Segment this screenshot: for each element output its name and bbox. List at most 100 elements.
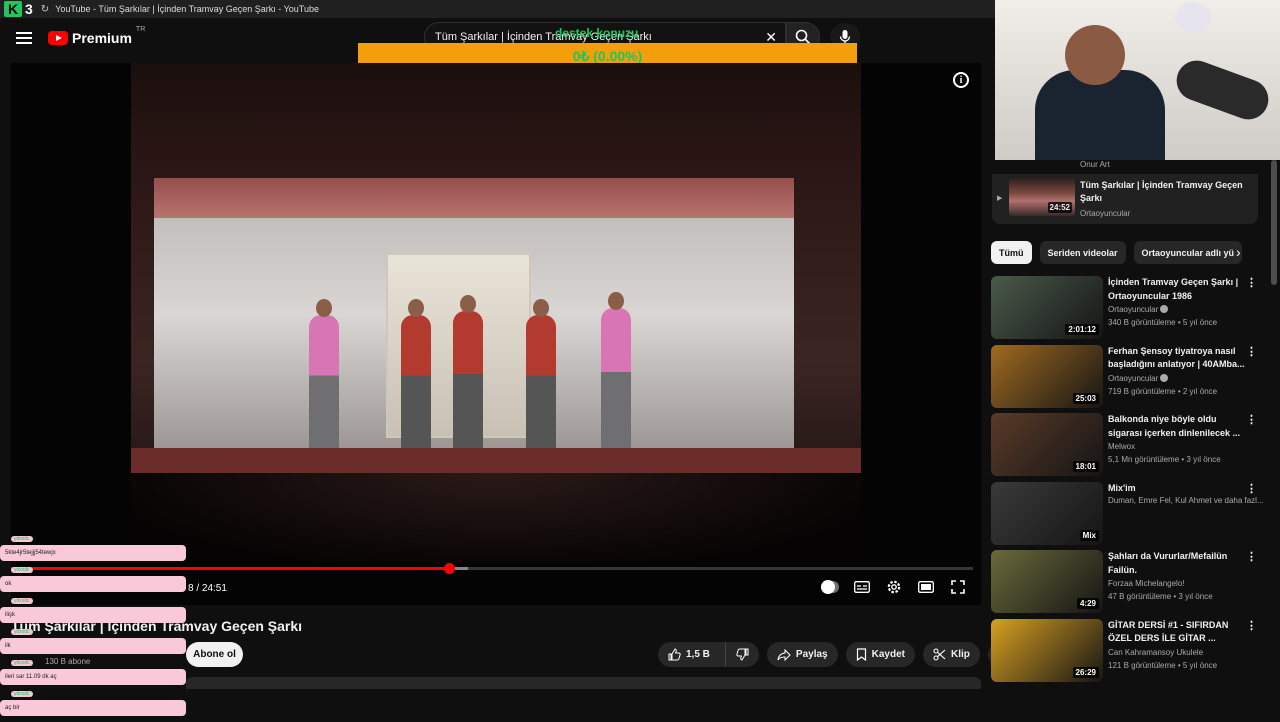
chevron-right-icon[interactable]: › [1236, 244, 1241, 260]
video-player[interactable]: i 8 / 24:51 [11, 63, 981, 605]
time-display: 8 / 24:51 [188, 583, 227, 594]
theater-mode-icon[interactable] [917, 578, 935, 596]
playlist-item-title[interactable]: Tüm Şarkılar | İçinden Tramvay Geçen Şar… [1080, 179, 1250, 205]
chip-channel[interactable]: Ortaoyuncular adlı yü [1133, 241, 1243, 264]
playlist-item-channel[interactable]: Ortaoyuncular [1080, 209, 1130, 218]
more-vert-icon[interactable]: ⋮ [1246, 276, 1257, 289]
reload-icon[interactable]: ↻ [41, 4, 49, 15]
playlist-header: Onur Art [1080, 160, 1110, 169]
recommendation-channel[interactable]: Ortaoyuncular [1108, 305, 1169, 314]
recommendation-duration: 4:29 [1076, 598, 1099, 609]
recommendation-title[interactable]: İçinden Tramvay Geçen Şarkı | Ortaoyuncu… [1108, 276, 1250, 303]
playlist-item-thumbnail[interactable]: 24:52 [1009, 178, 1075, 216]
more-vert-icon[interactable]: ⋮ [1246, 482, 1257, 495]
recommendation-thumbnail[interactable]: Mix [991, 481, 1103, 545]
recommendation-title[interactable]: Balkonda niye böyle oldu sigarası içerke… [1108, 413, 1250, 440]
recommendations-list: 2:01:12 İçinden Tramvay Geçen Şarkı | Ort… [991, 276, 1267, 687]
recommendation-channel[interactable]: Duman, Emre Fel, Kul Ahmet ve daha fazl.… [1108, 496, 1264, 505]
recommendation-title[interactable]: Şahları da Vururlar/Mefailün Failün. [1108, 550, 1250, 577]
verified-check-icon [1160, 373, 1169, 382]
chat-username: ydxxdc [11, 567, 33, 573]
playlist-item[interactable]: ▶ 24:52 Tüm Şarkılar | İçinden Tramvay G… [992, 174, 1258, 224]
sidebar-scrollbar[interactable] [1271, 160, 1277, 685]
chat-username: ydxxdc [11, 691, 33, 697]
verified-check-icon [1160, 305, 1169, 313]
settings-gear-icon[interactable] [885, 578, 903, 596]
description-box[interactable] [186, 677, 981, 689]
recommendation-thumbnail[interactable]: 4:29 [991, 550, 1103, 613]
chat-message: ydxxdc 5kte4jr5tejjj54tewjx [0, 536, 190, 567]
more-vert-icon[interactable]: ⋮ [1246, 550, 1257, 563]
recommendation-item[interactable]: 26:29 GİTAR DERSİ #1 - SIFIRDAN ÖZEL DERS… [991, 618, 1267, 688]
k3-logo-number: 3 [25, 1, 33, 17]
more-vert-icon[interactable]: ⋮ [1246, 619, 1257, 632]
subtitles-icon[interactable] [853, 578, 871, 596]
clip-label: Klip [950, 649, 970, 660]
autoplay-toggle[interactable] [821, 578, 839, 596]
recommendation-title[interactable]: Mix'im [1108, 482, 1250, 496]
youtube-premium-logo[interactable]: Premium TR [48, 26, 145, 46]
more-vert-icon[interactable]: ⋮ [1246, 345, 1257, 358]
dislike-button[interactable] [724, 642, 759, 667]
recommendation-channel-name: Can Kahramansoy Ukulele [1108, 647, 1204, 657]
chat-text: ilk [0, 638, 186, 654]
chat-text: 5kte4jr5tejjj54tewjx [0, 545, 186, 561]
share-label: Paylaş [795, 649, 828, 660]
chat-text: ok [0, 576, 186, 592]
recommendation-item[interactable]: Mix Mix'im Duman, Emre Fel, Kul Ahmet ve d… [991, 481, 1267, 551]
recommendation-item[interactable]: 25:03 Ferhan Şensoy tiyatroya nasıl başla… [991, 344, 1267, 414]
chip-all[interactable]: Tümü [991, 241, 1032, 264]
like-dislike-group: 1,5 B [658, 642, 759, 667]
recommendation-title[interactable]: Ferhan Şensoy tiyatroya nasıl başladığın… [1108, 345, 1250, 372]
recommendation-meta: 340 B görüntüleme • 5 yıl önce [1108, 318, 1218, 327]
recommendation-thumbnail[interactable]: 26:29 [991, 618, 1103, 682]
share-icon [777, 648, 791, 661]
player-controls [821, 578, 967, 596]
window-titlebar: K 3 ↻ YouTube - Tüm Şarkılar | İçinden T… [0, 0, 995, 18]
recommendation-channel-name: Melwox [1108, 442, 1136, 451]
webcam-overlay [995, 0, 1280, 160]
subscribe-button[interactable]: Abone ol [186, 642, 243, 667]
recommendation-channel[interactable]: Can Kahramansoy Ukulele [1108, 648, 1203, 657]
like-button[interactable]: 1,5 B [658, 642, 720, 667]
info-icon[interactable]: i [953, 72, 969, 88]
scrubber-handle[interactable] [443, 563, 455, 574]
recommendation-duration: Mix [1079, 529, 1099, 541]
recommendation-channel[interactable]: Forzaa Michelangelo! [1108, 579, 1184, 588]
recommendation-meta: 121 B görüntüleme • 5 yıl önce [1108, 660, 1218, 670]
recommendation-channel[interactable]: Ortaoyuncular [1108, 373, 1169, 383]
stream-chat-overlay: ydxxdc 5kte4jr5tejjj54tewjx ydxxdc ok ydxxdc… [0, 536, 190, 722]
video-actions: 1,5 B Paylaş Kaydet Klip ⋯ [658, 642, 1013, 667]
recommendation-meta: 5,1 Mn görüntüleme • 3 yıl önce [1108, 455, 1221, 464]
youtube-play-icon [48, 31, 68, 45]
recommendation-item[interactable]: 4:29 Şahları da Vururlar/Mefailün Failün.… [991, 550, 1267, 619]
more-vert-icon[interactable]: ⋮ [1246, 413, 1257, 426]
playlist-item-duration: 24:52 [1047, 202, 1072, 213]
recommendation-thumbnail[interactable]: 25:03 [991, 344, 1103, 408]
save-button[interactable]: Kaydet [845, 642, 915, 667]
recommendation-meta: 719 B görüntüleme • 2 yıl önce [1108, 386, 1218, 396]
recommendation-title[interactable]: GİTAR DERSİ #1 - SIFIRDAN ÖZEL DERS İLE … [1108, 619, 1250, 646]
chat-message: ydxxdc ilk [0, 629, 190, 660]
recommendation-channel-name: Duman, Emre Fel, Kul Ahmet ve daha fazl.… [1108, 495, 1264, 505]
chip-series[interactable]: Seriden videolar [1039, 241, 1126, 264]
save-label: Kaydet [871, 649, 905, 660]
chat-text: ilişk [0, 607, 186, 623]
scissors-icon [933, 648, 946, 661]
recommendation-thumbnail[interactable]: 2:01:12 [991, 276, 1103, 339]
logo-region: TR [135, 26, 146, 33]
thumbs-down-icon [736, 648, 749, 661]
share-button[interactable]: Paylaş [766, 642, 838, 667]
recommendation-channel[interactable]: Melwox [1108, 442, 1135, 451]
recommendation-item[interactable]: 2:01:12 İçinden Tramvay Geçen Şarkı | Ort… [991, 276, 1267, 345]
recommendation-duration: 26:29 [1072, 666, 1099, 678]
recommendation-meta: 47 B görüntüleme • 3 yıl önce [1108, 592, 1213, 601]
clip-button[interactable]: Klip [922, 642, 980, 667]
recommendation-thumbnail[interactable]: 18:01 [991, 413, 1103, 476]
chat-username: ydxxdc [11, 598, 33, 604]
k3-logo: K 3 [0, 1, 33, 17]
fullscreen-icon[interactable] [949, 578, 967, 596]
menu-icon[interactable] [16, 32, 32, 44]
recommendation-item[interactable]: 18:01 Balkonda niye böyle oldu sigarası i… [991, 413, 1267, 482]
chat-username: ydxxdc [11, 536, 33, 542]
